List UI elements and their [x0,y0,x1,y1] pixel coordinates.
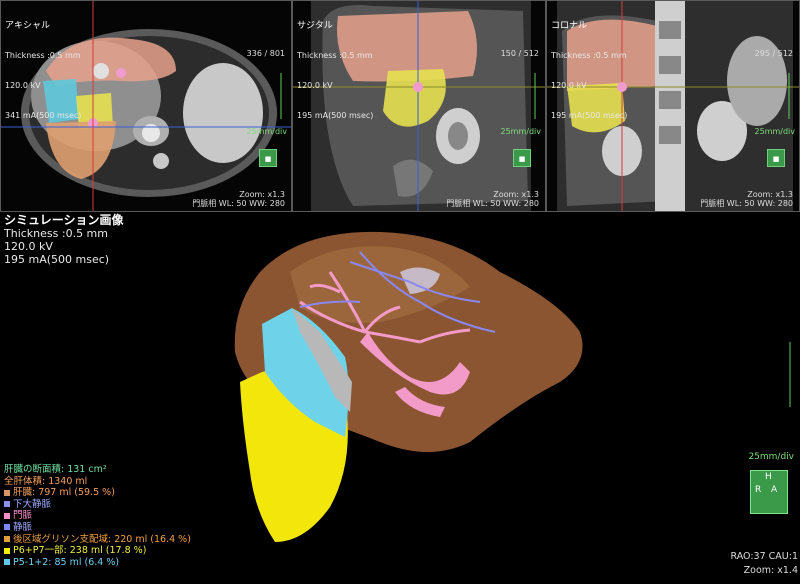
legend-swatch [4,524,10,531]
legend-item: 全肝体積: 1340 ml [4,476,191,488]
legend-text: 下大静脈 [13,498,52,510]
orientation-cube[interactable]: ■ [513,149,531,167]
legend-item: 門脈 [4,510,191,522]
legend-item: 肝臓の断面積: 131 cm² [4,464,191,476]
legend-text: 後区域グリソン支配域: 220 ml (16.4 %) [13,533,191,545]
axial-viewport[interactable]: アキシャル Thickness :0.5 mm 120.0 kV 341 mA(… [0,0,292,212]
legend-item: 後区域グリソン支配域: 220 ml (16.4 %) [4,534,191,546]
legend-text: 静脈 [13,521,33,533]
cube-label: H [765,472,772,482]
legend-swatch [4,489,10,496]
legend-swatch [4,536,10,543]
orientation-cube[interactable]: ■ [767,149,785,167]
scale-label: 25mm/div [500,127,542,136]
legend-item: 下大静脈 [4,499,191,511]
legend-swatch [4,559,10,566]
sagittal-viewport[interactable]: サジタル Thickness :0.5 mm 120.0 kV 195 mA(5… [292,0,546,212]
legend-swatch [4,512,10,519]
legend-swatch [4,501,10,508]
window-level-text: 門脈相 WL: 50 WW: 280 [192,199,285,208]
pane-title: コロナル [551,21,588,31]
thickness-text: Thickness :0.5 mm [5,51,81,60]
scale-label: 25mm/div [748,452,794,462]
cube-label: R [755,485,762,495]
sagittal-info: サジタル Thickness :0.5 mm 120.0 kV 195 mA(5… [297,1,373,141]
orientation-cube[interactable]: ■ [259,149,277,167]
simulation-title: シミュレーション画像 [4,213,124,227]
window-level-text: 門脈相 WL: 50 WW: 280 [700,199,793,208]
zoom-text: Zoom: x1.4 [743,565,798,576]
scale-label: 25mm/div [754,127,796,136]
viewer-root: アキシャル Thickness :0.5 mm 120.0 kV 341 mA(… [0,0,800,580]
kv-text: 120.0 kV [297,81,333,90]
legend-item: P5-1+2: 85 ml (6.4 %) [4,557,191,569]
slice-number: 150 / 512 [500,49,539,58]
coronal-info: コロナル Thickness :0.5 mm 120.0 kV 195 mA(5… [551,1,627,141]
kv-text: 120.0 kV [551,81,587,90]
window-level-text: 門脈相 WL: 50 WW: 280 [446,199,539,208]
thickness-text: Thickness :0.5 mm [551,51,627,60]
pane-title: サジタル [297,21,333,31]
cube-label: A [771,485,778,495]
pane-title: アキシャル [5,21,51,31]
legend-text: 肝臓の断面積: 131 cm² [4,464,107,475]
slice-number: 336 / 801 [246,49,285,58]
slice-number: 295 / 512 [754,49,793,58]
kv-text: 120.0 kV [5,81,41,90]
legend-item: 肝臓: 797 ml (59.5 %) [4,487,191,499]
orientation-text: RAO:37 CAU:1 [730,551,799,562]
ma-text: 195 mA(500 msec) [297,111,374,120]
legend-text: 門脈 [13,510,33,522]
legend-text: 肝臓: 797 ml (59.5 %) [13,487,115,499]
axial-info: アキシャル Thickness :0.5 mm 120.0 kV 341 mA(… [5,1,81,141]
legend-item: 静脈 [4,522,191,534]
kv-text: 120.0 kV [4,240,53,253]
legend-text: 全肝体積: 1340 ml [4,475,88,487]
ma-text: 341 mA(500 msec) [5,111,82,120]
simulation-info: シミュレーション画像 Thickness :0.5 mm 120.0 kV 19… [4,213,124,267]
legend-text: P5-1+2: 85 ml (6.4 %) [13,556,120,568]
legend-swatch [4,547,10,554]
ma-text: 195 mA(500 msec) [551,111,628,120]
orientation-cube-3d[interactable]: R A H [750,470,788,514]
volume-legend: 肝臓の断面積: 131 cm² 全肝体積: 1340 ml 肝臓: 797 ml… [4,464,191,568]
thickness-text: Thickness :0.5 mm [297,51,373,60]
legend-item: P6+P7一部: 238 ml (17.8 %) [4,545,191,557]
ma-text: 195 mA(500 msec) [4,253,110,266]
scale-label: 25mm/div [246,127,288,136]
legend-text: P6+P7一部: 238 ml (17.8 %) [13,545,147,557]
thickness-text: Thickness :0.5 mm [4,227,108,240]
coronal-viewport[interactable]: コロナル Thickness :0.5 mm 120.0 kV 195 mA(5… [546,0,800,212]
